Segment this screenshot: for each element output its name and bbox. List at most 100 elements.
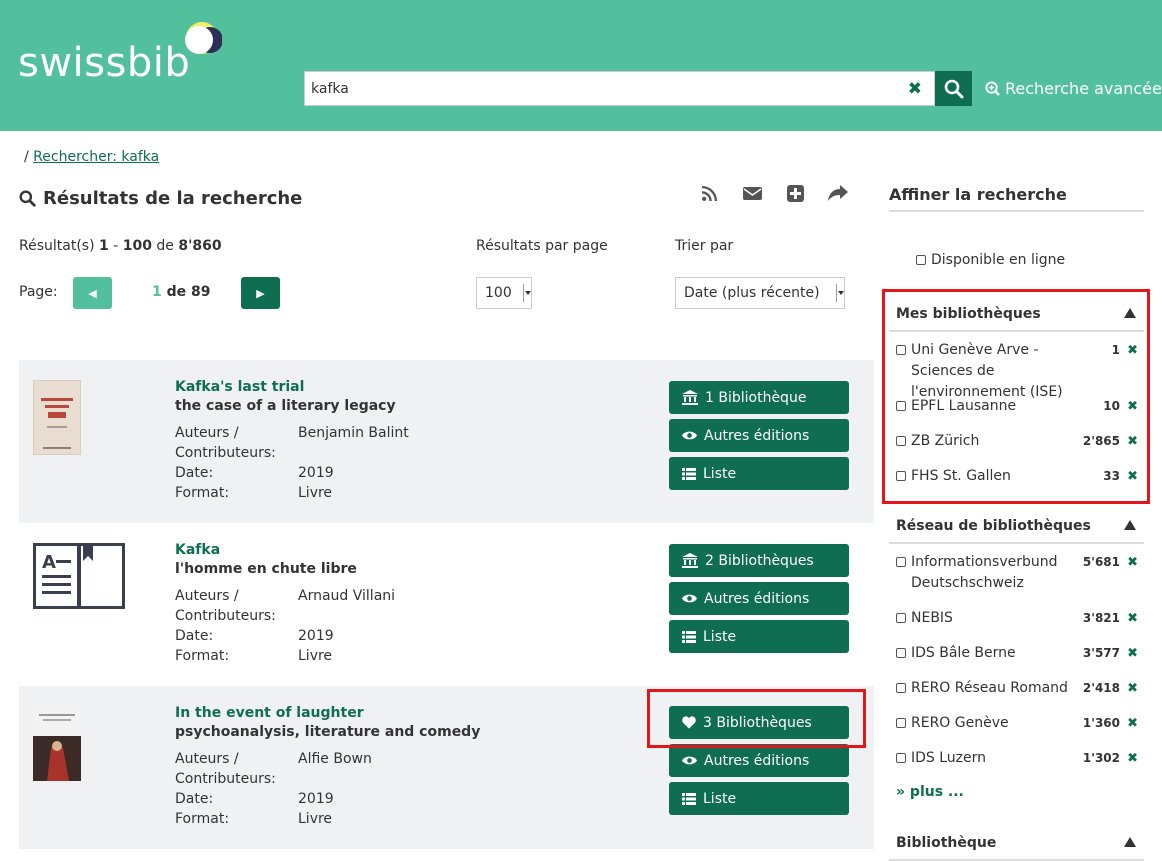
record-meta: Auteurs / Arnaud Villani Contributeurs: D… bbox=[175, 586, 395, 666]
record-format: Livre bbox=[298, 648, 333, 664]
result-tools bbox=[698, 182, 849, 204]
checkbox-icon[interactable] bbox=[896, 613, 906, 623]
dropdown-arrow-icon bbox=[523, 284, 531, 302]
facet-item[interactable]: Informationsverbund Deutschschweiz 5'681 ✖ bbox=[896, 552, 1138, 594]
sort-select[interactable]: Date (plus récente) bbox=[675, 277, 845, 309]
online-filter[interactable]: Disponible en ligne bbox=[916, 252, 1065, 268]
book-cover-image[interactable] bbox=[33, 706, 81, 781]
range-separator: - bbox=[113, 238, 119, 254]
book-cover-image[interactable] bbox=[33, 380, 81, 455]
chevron-left-icon: ◀ bbox=[88, 286, 97, 300]
search-icon bbox=[944, 79, 963, 98]
advanced-search-link[interactable]: Recherche avancée bbox=[985, 79, 1162, 98]
breadcrumb-separator: / bbox=[24, 149, 29, 165]
record-author: Benjamin Balint bbox=[298, 425, 409, 441]
eye-icon bbox=[682, 594, 697, 603]
list-button[interactable]: Liste bbox=[669, 457, 849, 490]
search-icon bbox=[19, 190, 36, 207]
facet-network-header[interactable]: Réseau de bibliothèques bbox=[889, 506, 1144, 544]
current-page: 1 bbox=[152, 284, 162, 300]
checkbox-icon[interactable] bbox=[916, 255, 926, 265]
facet-item-count: 1'302 bbox=[1082, 751, 1120, 765]
other-editions-button[interactable]: Autres éditions bbox=[669, 744, 849, 777]
page-label: Page: bbox=[19, 284, 58, 300]
breadcrumb-link[interactable]: Rechercher: kafka bbox=[33, 149, 159, 165]
range-end: 100 bbox=[122, 238, 152, 254]
result-record: A Kafka l'homme en chute libre Auteurs /… bbox=[19, 523, 874, 686]
facet-item[interactable]: IDS Luzern 1'302 ✖ bbox=[896, 748, 1138, 769]
previous-page-button[interactable]: ◀ bbox=[73, 277, 112, 309]
record-date: 2019 bbox=[298, 628, 334, 644]
result-count: Résultat(s) 1 - 100 de 8'860 bbox=[19, 238, 222, 254]
more-link[interactable]: » plus ... bbox=[896, 784, 964, 800]
record-title[interactable]: Kafka's last trial bbox=[175, 379, 304, 395]
exclude-icon[interactable]: ✖ bbox=[1127, 678, 1138, 699]
list-button-label: Liste bbox=[703, 628, 737, 645]
libraries-button-label: 1 Bibliothèque bbox=[705, 389, 807, 406]
exclude-icon[interactable]: ✖ bbox=[1127, 748, 1138, 769]
facet-item-label: NEBIS bbox=[911, 610, 953, 626]
facet-item[interactable]: IDS Bâle Berne 3'577 ✖ bbox=[896, 643, 1138, 664]
facet-item-label: Informationsverbund Deutschschweiz bbox=[911, 554, 1058, 591]
facet-library-header[interactable]: Bibliothèque bbox=[889, 823, 1144, 861]
result-record: Kafka's last trial the case of a literar… bbox=[19, 360, 874, 523]
logo[interactable]: swissbib bbox=[18, 40, 190, 86]
exclude-icon[interactable]: ✖ bbox=[1127, 608, 1138, 629]
format-label: Format: bbox=[175, 811, 230, 827]
collapse-icon[interactable] bbox=[1124, 837, 1136, 847]
sort-value: Date (plus récente) bbox=[684, 285, 820, 301]
record-title[interactable]: In the event of laughter bbox=[175, 705, 364, 721]
eye-icon bbox=[682, 431, 697, 440]
authors-label: Auteurs / bbox=[175, 425, 239, 441]
checkbox-icon[interactable] bbox=[896, 753, 906, 763]
facet-item[interactable]: NEBIS 3'821 ✖ bbox=[896, 608, 1138, 629]
divider bbox=[889, 210, 1144, 212]
other-editions-button[interactable]: Autres éditions bbox=[669, 419, 849, 452]
email-icon[interactable] bbox=[741, 182, 763, 204]
logo-mark-icon bbox=[185, 22, 222, 54]
list-button[interactable]: Liste bbox=[669, 620, 849, 653]
list-button[interactable]: Liste bbox=[669, 782, 849, 815]
clear-search-icon[interactable]: ✖ bbox=[908, 79, 922, 99]
per-page-label: Résultats par page bbox=[476, 238, 608, 254]
other-editions-label: Autres éditions bbox=[704, 752, 810, 769]
record-title[interactable]: Kafka bbox=[175, 542, 220, 558]
collapse-icon[interactable] bbox=[1124, 520, 1136, 530]
other-editions-label: Autres éditions bbox=[704, 427, 810, 444]
institution-icon bbox=[682, 390, 698, 405]
record-date: 2019 bbox=[298, 791, 334, 807]
record-date: 2019 bbox=[298, 465, 334, 481]
page-total: de 89 bbox=[166, 284, 211, 300]
rss-icon[interactable] bbox=[698, 182, 720, 204]
exclude-icon[interactable]: ✖ bbox=[1127, 552, 1138, 573]
next-page-button[interactable]: ▶ bbox=[241, 277, 280, 309]
checkbox-icon[interactable] bbox=[896, 718, 906, 728]
institution-icon bbox=[682, 553, 698, 568]
per-page-select[interactable]: 100 bbox=[476, 277, 532, 309]
libraries-button[interactable]: 2 Bibliothèques bbox=[669, 544, 849, 577]
checkbox-icon[interactable] bbox=[896, 648, 906, 658]
facet-item-label: RERO Genève bbox=[911, 715, 1009, 731]
search-input[interactable] bbox=[305, 72, 885, 105]
facet-item[interactable]: RERO Genève 1'360 ✖ bbox=[896, 713, 1138, 734]
total-count: 8'860 bbox=[178, 238, 222, 254]
of-word: de bbox=[156, 238, 174, 254]
list-button-label: Liste bbox=[703, 465, 737, 482]
zoom-in-icon bbox=[985, 81, 1000, 96]
share-icon[interactable] bbox=[827, 182, 849, 204]
record-subtitle: the case of a literary legacy bbox=[175, 398, 396, 414]
facet-item[interactable]: RERO Réseau Romand 2'418 ✖ bbox=[896, 678, 1138, 699]
search-button[interactable] bbox=[935, 71, 972, 106]
libraries-button[interactable]: 1 Bibliothèque bbox=[669, 381, 849, 414]
record-format: Livre bbox=[298, 811, 333, 827]
checkbox-icon[interactable] bbox=[896, 683, 906, 693]
exclude-icon[interactable]: ✖ bbox=[1127, 713, 1138, 734]
facet-item-label: IDS Luzern bbox=[911, 750, 987, 766]
exclude-icon[interactable]: ✖ bbox=[1127, 643, 1138, 664]
other-editions-button[interactable]: Autres éditions bbox=[669, 582, 849, 615]
book-format-icon[interactable]: A bbox=[33, 543, 125, 609]
facet-item-count: 2'418 bbox=[1082, 681, 1120, 695]
highlight-box bbox=[647, 689, 866, 748]
add-icon[interactable] bbox=[784, 182, 806, 204]
checkbox-icon[interactable] bbox=[896, 557, 906, 567]
